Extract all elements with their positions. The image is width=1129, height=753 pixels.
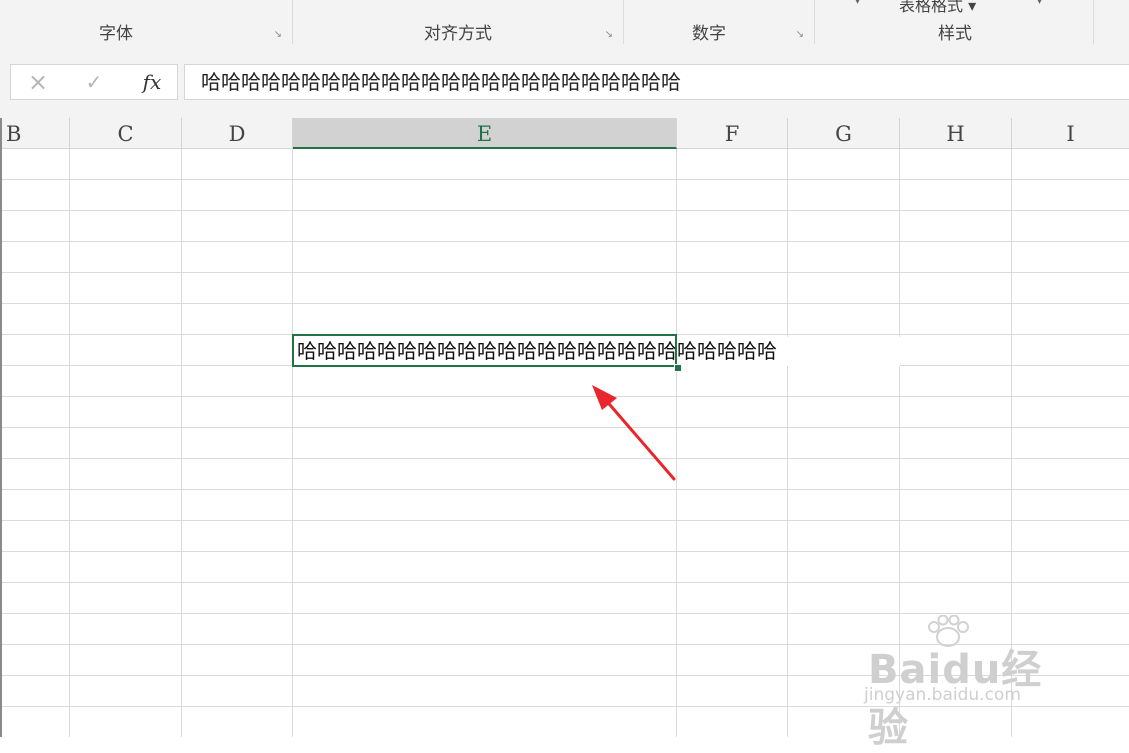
window-left-edge bbox=[0, 118, 2, 737]
watermark-url: jingyan.baidu.com bbox=[864, 685, 1021, 705]
baidu-watermark: Baidu经验 jingyan.baidu.com bbox=[860, 615, 1080, 751]
